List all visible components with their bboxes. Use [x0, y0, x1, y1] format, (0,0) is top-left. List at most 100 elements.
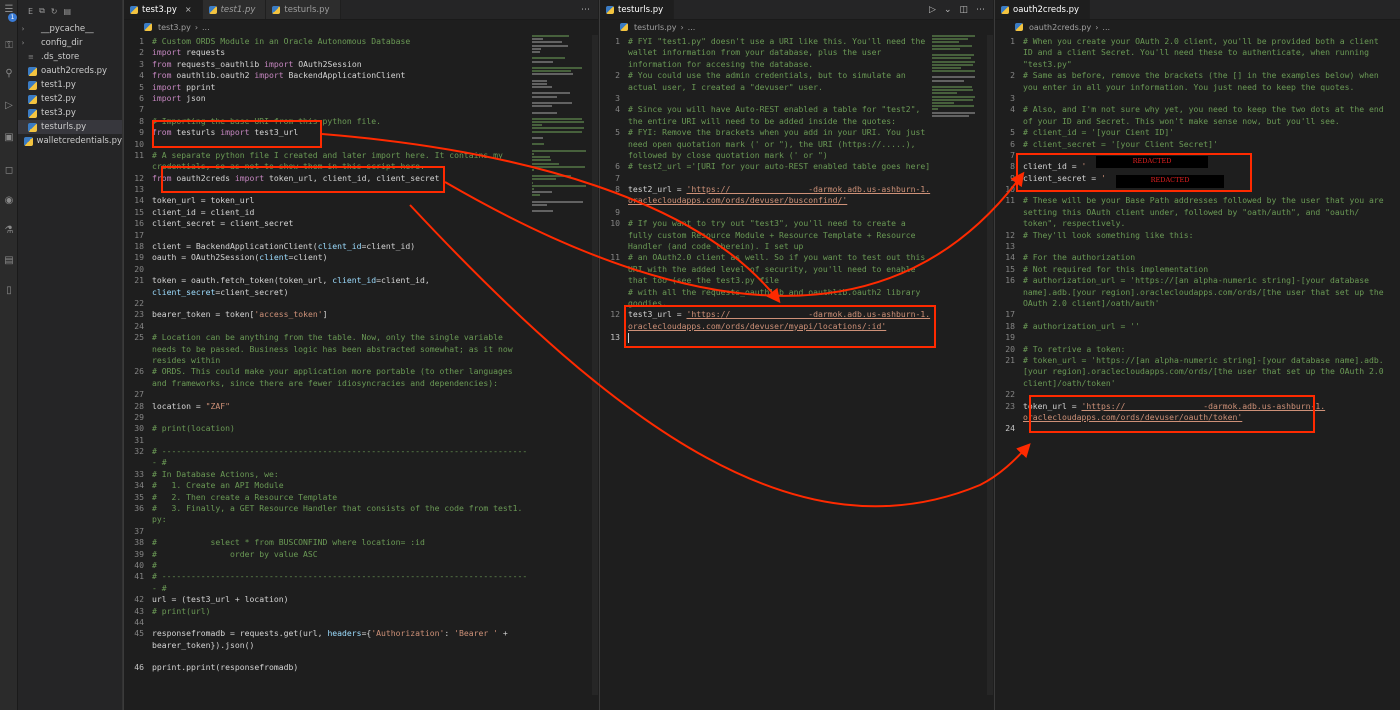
code-token: oraclecloudapps.com/ords/devuser/busconf…	[628, 195, 848, 206]
docker-icon[interactable]: ◉	[3, 195, 15, 207]
line-number: 13	[1005, 241, 1015, 252]
search-icon[interactable]: ⚲	[3, 68, 15, 80]
code-line: 11 # These will be your Base Path address…	[995, 195, 1400, 206]
code-line: goodies.	[600, 298, 993, 309]
line-number: 6	[1010, 138, 1015, 149]
scrollbar[interactable]	[592, 35, 598, 695]
line-number	[600, 230, 628, 241]
code-editor[interactable]: 1 # When you create your OAuth 2.0 client…	[995, 34, 1400, 435]
code-line: 22	[124, 298, 598, 309]
tree-item[interactable]: › __pycache__	[18, 22, 122, 36]
code-token: from	[152, 172, 172, 183]
run-debug-icon[interactable]: ▷	[3, 100, 15, 112]
tree-item[interactable]: testurls.py	[18, 120, 122, 134]
breadcrumb-item[interactable]: oauth2creds.py	[1029, 23, 1091, 32]
tab-oauth2creds-py[interactable]: oauth2creds.py	[995, 0, 1091, 19]
code-line: 18 client = BackendApplicationClient(clie…	[124, 241, 598, 252]
line-number: 3	[1010, 92, 1015, 103]
code-line: 8 test2_url = 'https:// -darmok.adb.us-as…	[600, 184, 993, 195]
line-number: 4	[615, 104, 620, 115]
extensions-icon[interactable]: ▣	[3, 132, 15, 144]
code-token: :	[444, 628, 455, 639]
code-token: oraclecloudapps.com/ords/devuser/oauth/t…	[1023, 411, 1243, 422]
code-token: token_url, client_id, client_secret	[264, 172, 440, 183]
breadcrumb-item[interactable]: ...	[202, 23, 210, 32]
collapse-all-icon[interactable]: ▤	[63, 7, 71, 16]
tab-testurls-py[interactable]: testurls.py	[600, 0, 675, 19]
line-number: 5	[1010, 127, 1015, 138]
code-line: 44	[124, 617, 598, 628]
refresh-icon[interactable]: ↻	[51, 7, 58, 16]
line-number: 10	[134, 138, 144, 149]
line-number: 4	[139, 70, 144, 81]
tree-item-label: walletcredentials.py	[36, 136, 123, 146]
tree-item[interactable]: oauth2creds.py	[18, 64, 122, 78]
run-icon[interactable]: ▷	[929, 5, 936, 15]
code-token: client_secret = client_secret	[152, 218, 294, 229]
tab-label: test1.py	[220, 4, 256, 15]
minimap-line	[532, 111, 558, 114]
dropdown-icon[interactable]: ⌄	[944, 5, 952, 15]
tab-test3-py[interactable]: test3.py ×	[124, 0, 203, 19]
tree-item[interactable]: test3.py	[18, 106, 122, 120]
code-line: 7	[600, 173, 993, 184]
notebook-icon[interactable]: ▯	[3, 285, 15, 297]
code-token: # Custom ORDS Module in an Oracle Autono…	[152, 36, 411, 46]
code-line: client_secret =client_secret)	[124, 287, 598, 298]
code-line: 42 url = (test3_url + location)	[124, 594, 598, 605]
line-number: 11	[610, 252, 620, 263]
code-line: 26 # ORDS. This could make your applicati…	[124, 366, 598, 377]
minimap[interactable]	[532, 35, 590, 213]
minimap-line	[932, 111, 976, 114]
code-token: 'Authorization'	[371, 628, 445, 639]
code-line: 10 # If you want to try out "test3", you'…	[600, 218, 993, 229]
line-number: 41	[134, 571, 144, 582]
code-token: ]	[322, 309, 328, 320]
more-actions-icon[interactable]: ⋯	[976, 5, 985, 15]
testing-icon[interactable]: ⚗	[3, 225, 15, 237]
line-number: 21	[134, 275, 144, 286]
tree-item[interactable]: walletcredentials.py	[18, 134, 122, 148]
line-number	[124, 378, 152, 389]
new-folder-icon[interactable]: ⧉	[39, 6, 45, 16]
breadcrumb-item[interactable]: testurls.py	[634, 23, 676, 32]
line-number: 7	[139, 104, 144, 115]
python-file-icon	[606, 5, 614, 14]
source-control-icon[interactable]: ⚿	[3, 40, 15, 52]
breadcrumb-item[interactable]: ...	[688, 23, 696, 32]
code-token: resides within	[152, 354, 221, 365]
tree-item[interactable]: test2.py	[18, 92, 122, 106]
code-token: import	[254, 70, 284, 81]
code-line: 2 # Same as before, remove the brackets (…	[995, 70, 1400, 81]
breadcrumb-item[interactable]: test3.py	[158, 23, 191, 32]
remote-icon[interactable]: ◻	[3, 165, 15, 177]
code-line: 6 # client_secret = '[your Client Secret]…	[995, 139, 1400, 150]
line-number: 13	[610, 332, 620, 343]
code-line: 40 #	[124, 560, 598, 571]
code-token: from	[152, 58, 172, 69]
minimap-line	[532, 117, 583, 120]
tab-test1-py[interactable]: test1.py	[202, 0, 267, 19]
code-line: - #	[124, 583, 598, 594]
tab-testurls-py[interactable]: testurls.py	[266, 0, 341, 19]
new-file-icon[interactable]: E	[28, 7, 33, 16]
split-editor-icon[interactable]: ◫	[959, 5, 968, 15]
minimap[interactable]	[932, 35, 990, 155]
code-line: 23 bearer_token = token['access_token']	[124, 309, 598, 320]
minimap-line	[532, 152, 535, 155]
breadcrumb-item[interactable]: ...	[1102, 23, 1110, 32]
code-token: # You could use the admin credentials, b…	[628, 70, 906, 81]
code-token: - #	[152, 457, 167, 468]
notification-badge: 1	[8, 13, 17, 22]
line-number: 16	[134, 218, 144, 229]
close-icon[interactable]: ×	[185, 5, 192, 14]
database-icon[interactable]: ▤	[3, 255, 15, 267]
scrollbar[interactable]	[987, 35, 993, 695]
code-editor[interactable]: 1 # Custom ORDS Module in an Oracle Auton…	[124, 34, 598, 674]
tree-item[interactable]: › config_dir	[18, 36, 122, 50]
tabs: test3.py × test1.py testurls.py	[124, 0, 341, 19]
tree-item[interactable]: test1.py	[18, 78, 122, 92]
tree-item[interactable]: ≡ .ds_store	[18, 50, 122, 64]
code-token: # In Database Actions, we:	[152, 468, 279, 479]
more-actions-icon[interactable]: ⋯	[581, 5, 590, 15]
